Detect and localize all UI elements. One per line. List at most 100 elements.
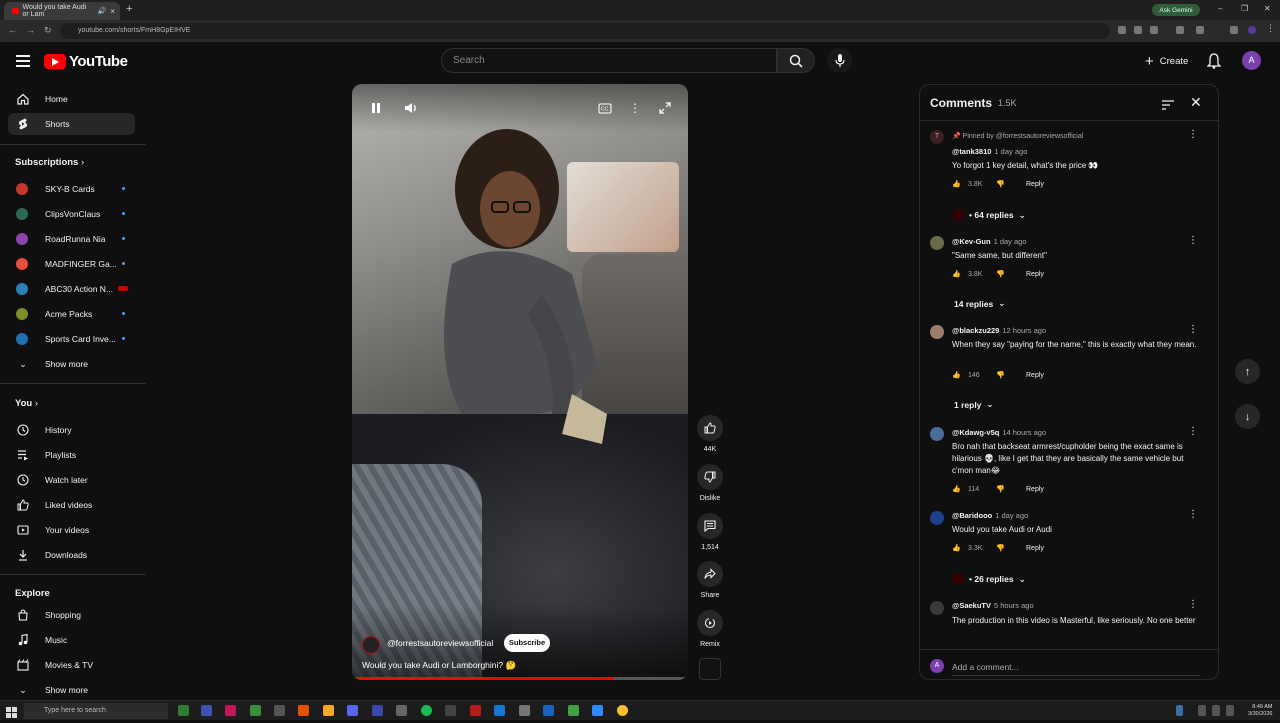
commenter-name[interactable]: @blackzu229 12 hours ago: [952, 326, 1046, 335]
view-replies-button[interactable]: 14 replies ⌄: [954, 298, 1005, 309]
search-input[interactable]: Search: [441, 48, 777, 73]
extensions-puzzle-icon[interactable]: [1176, 26, 1184, 34]
back-icon[interactable]: ←: [8, 25, 17, 35]
ask-gemini-button[interactable]: Ask Gemini: [1152, 4, 1200, 16]
profile-icon[interactable]: [1248, 26, 1256, 34]
view-replies-button[interactable]: • 64 replies ⌄: [952, 209, 1026, 221]
download-icon[interactable]: [1196, 26, 1204, 34]
forward-icon[interactable]: →: [26, 25, 35, 35]
comment-menu-icon[interactable]: ⋮: [1188, 129, 1198, 140]
zoom-app-icon[interactable]: [592, 705, 603, 716]
view-replies-button[interactable]: • 26 replies ⌄: [952, 573, 1026, 585]
youtube-logo[interactable]: YouTube: [44, 53, 128, 70]
commenter-avatar[interactable]: [930, 236, 944, 250]
reply-button[interactable]: Reply: [1026, 271, 1044, 278]
menu-hamburger-icon[interactable]: [16, 55, 30, 70]
taskbar-search-input[interactable]: Type here to search: [24, 703, 168, 719]
app-icon[interactable]: [519, 705, 530, 716]
channel-name[interactable]: @forrestsautoreviewsofficial: [387, 638, 493, 648]
zoom-icon[interactable]: [1134, 26, 1142, 34]
reply-button[interactable]: Reply: [1026, 372, 1044, 379]
sidebar-item-downloads[interactable]: Downloads: [8, 544, 135, 566]
thumbs-down-icon[interactable]: 👎: [996, 371, 1008, 379]
captions-button[interactable]: CC: [593, 96, 617, 120]
like-button[interactable]: 44K: [697, 415, 723, 453]
reply-button[interactable]: Reply: [1026, 181, 1044, 188]
commenter-name[interactable]: @SaekuTV 5 hours ago: [952, 601, 1034, 610]
next-short-button[interactable]: ↓: [1235, 404, 1260, 429]
share-button[interactable]: Share: [697, 561, 723, 599]
comment-menu-icon[interactable]: ⋮: [1188, 426, 1198, 437]
app-icon[interactable]: [225, 705, 236, 716]
app-icon[interactable]: [178, 705, 189, 716]
app-icon[interactable]: [396, 705, 407, 716]
subscriptions-show-more[interactable]: ⌄ Show more: [8, 353, 135, 375]
thumbs-up-icon[interactable]: 👍: [952, 270, 964, 278]
video-title[interactable]: Would you take Audi or Lamborghini? 🤔: [362, 660, 516, 671]
commenter-name[interactable]: @Kdawg-v5q 14 hours ago: [952, 428, 1046, 437]
comment-menu-icon[interactable]: ⋮: [1188, 599, 1198, 610]
file-explorer-icon[interactable]: [323, 705, 334, 716]
sidebar-item-playlists[interactable]: Playlists: [8, 444, 135, 466]
previous-short-button[interactable]: ↑: [1235, 359, 1260, 384]
thumbs-down-icon[interactable]: 👎: [996, 485, 1008, 493]
fullscreen-button[interactable]: [653, 96, 677, 120]
app-icon[interactable]: [250, 705, 261, 716]
reply-button[interactable]: Reply: [1026, 545, 1044, 552]
thumbs-down-icon[interactable]: 👎: [996, 544, 1008, 552]
commenter-name[interactable]: @Baridooo 1 day ago: [952, 511, 1028, 520]
bookmark-star-icon[interactable]: [1150, 26, 1158, 34]
pause-button[interactable]: [364, 96, 388, 120]
windows-start-icon[interactable]: [6, 705, 17, 718]
url-field[interactable]: youtube.com/shorts/FmH8GpEIHVE: [60, 23, 1110, 39]
thumbs-up-icon[interactable]: 👍: [952, 544, 964, 552]
commenter-avatar[interactable]: [930, 601, 944, 615]
sidebar-item-music[interactable]: Music: [8, 629, 135, 651]
taskbar-clock[interactable]: 8:49 AM 3/30/2026: [1248, 704, 1272, 718]
maximize-icon[interactable]: ❐: [1241, 4, 1248, 13]
app-icon[interactable]: [543, 705, 554, 716]
thumbs-down-icon[interactable]: 👎: [996, 180, 1008, 188]
comments-button[interactable]: 1,514: [697, 513, 723, 551]
browser-tab[interactable]: Would you take Audi or Lam 🔊 ×: [4, 2, 120, 20]
sidebar-item-liked-videos[interactable]: Liked videos: [8, 494, 135, 516]
extension-icon[interactable]: [1118, 26, 1126, 34]
sort-comments-icon[interactable]: [1162, 97, 1174, 115]
remix-button[interactable]: Remix: [697, 610, 723, 648]
app-icon[interactable]: [298, 705, 309, 716]
chrome-icon[interactable]: [617, 705, 628, 716]
close-tab-icon[interactable]: ×: [110, 7, 115, 16]
menu-dots-icon[interactable]: ⋮: [1266, 23, 1275, 33]
extension-icon[interactable]: [1230, 26, 1238, 34]
app-icon[interactable]: [494, 705, 505, 716]
create-button[interactable]: + Create: [1140, 50, 1196, 72]
add-comment-input[interactable]: Add a comment...: [952, 662, 1200, 676]
sidebar-item-home[interactable]: Home: [8, 88, 135, 110]
sidebar-item-history[interactable]: History: [8, 419, 135, 441]
close-window-icon[interactable]: ✕: [1264, 4, 1271, 13]
comment-menu-icon[interactable]: ⋮: [1188, 509, 1198, 520]
sidebar-item-movies[interactable]: Movies & TV: [8, 654, 135, 676]
spotify-icon[interactable]: [421, 705, 432, 716]
volume-tray-icon[interactable]: [1226, 705, 1234, 716]
sidebar-item-shopping[interactable]: Shopping: [8, 604, 135, 626]
reply-button[interactable]: Reply: [1026, 486, 1044, 493]
notifications-bell-icon[interactable]: [1206, 53, 1222, 74]
thumbs-up-icon[interactable]: 👍: [952, 485, 964, 493]
thumbs-up-icon[interactable]: 👍: [952, 371, 964, 379]
app-icon[interactable]: [372, 705, 383, 716]
channel-avatar[interactable]: [362, 636, 380, 654]
minimize-icon[interactable]: –: [1218, 4, 1222, 13]
network-icon[interactable]: [1212, 705, 1220, 716]
sidebar-item-your-videos[interactable]: Your videos: [8, 519, 135, 541]
comment-menu-icon[interactable]: ⋮: [1188, 235, 1198, 246]
app-icon[interactable]: [445, 705, 456, 716]
video-progress-bar[interactable]: [352, 677, 688, 680]
view-replies-button[interactable]: 1 reply ⌄: [954, 399, 994, 410]
app-icon[interactable]: [568, 705, 579, 716]
app-icon[interactable]: [201, 705, 212, 716]
thumbs-down-icon[interactable]: 👎: [996, 270, 1008, 278]
search-button[interactable]: [777, 48, 815, 73]
volume-button[interactable]: [399, 96, 423, 120]
you-heading[interactable]: You ›: [15, 398, 38, 409]
